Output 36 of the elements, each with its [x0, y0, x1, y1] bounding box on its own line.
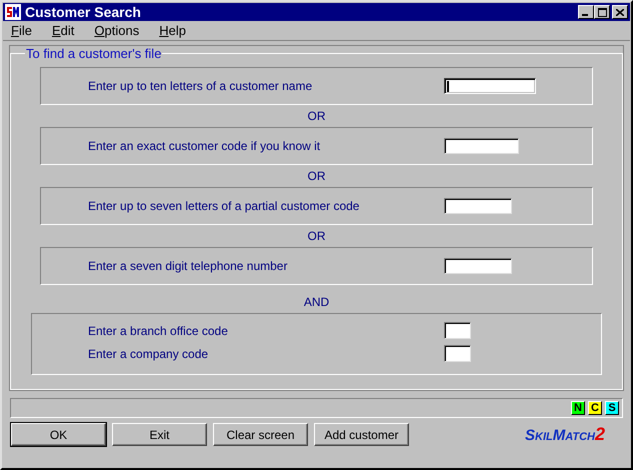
minimize-button[interactable]	[578, 5, 594, 19]
app-icon	[5, 4, 21, 20]
dialog-button[interactable]: Exit	[112, 423, 207, 446]
field-label: Enter up to seven letters of a partial customer code	[88, 199, 360, 213]
dialog-button[interactable]: Clear screen	[213, 423, 308, 446]
field-label: Enter a seven digit telephone number	[88, 259, 288, 273]
window-title: Customer Search	[25, 4, 142, 20]
group-title: To find a customer's file	[25, 46, 162, 61]
input-field[interactable]	[444, 258, 512, 274]
input-field[interactable]	[444, 138, 519, 154]
input-field[interactable]	[444, 322, 471, 339]
and-label: AND	[304, 295, 330, 309]
input-field[interactable]	[444, 78, 536, 94]
menu-item[interactable]: Edit	[52, 23, 74, 38]
menu-item[interactable]: File	[11, 23, 32, 38]
or-label: OR	[306, 168, 326, 185]
dialog-button[interactable]: Add customer	[314, 423, 409, 446]
dialog-button[interactable]: OK	[11, 423, 106, 446]
field-label: Enter up to ten letters of a customer name	[88, 79, 314, 93]
field-label: Enter a company code	[88, 346, 210, 360]
input-field[interactable]	[444, 198, 512, 214]
status-indicator: N	[571, 401, 585, 415]
or-label: OR	[306, 228, 326, 245]
maximize-button[interactable]	[594, 5, 610, 19]
or-label: OR	[306, 108, 326, 125]
menu-item[interactable]: Options	[94, 23, 140, 38]
logo: SkilMatch2	[525, 424, 605, 445]
status-indicator: S	[605, 401, 619, 415]
field-label: Enter a branch office code	[88, 324, 229, 338]
menu-item[interactable]: Help	[159, 23, 186, 38]
maximize-icon	[598, 8, 606, 16]
close-icon	[616, 8, 624, 16]
status-indicator: C	[588, 401, 602, 415]
field-label: Enter an exact customer code if you know it	[88, 139, 322, 153]
input-field[interactable]	[444, 345, 471, 362]
close-button[interactable]	[612, 5, 628, 19]
